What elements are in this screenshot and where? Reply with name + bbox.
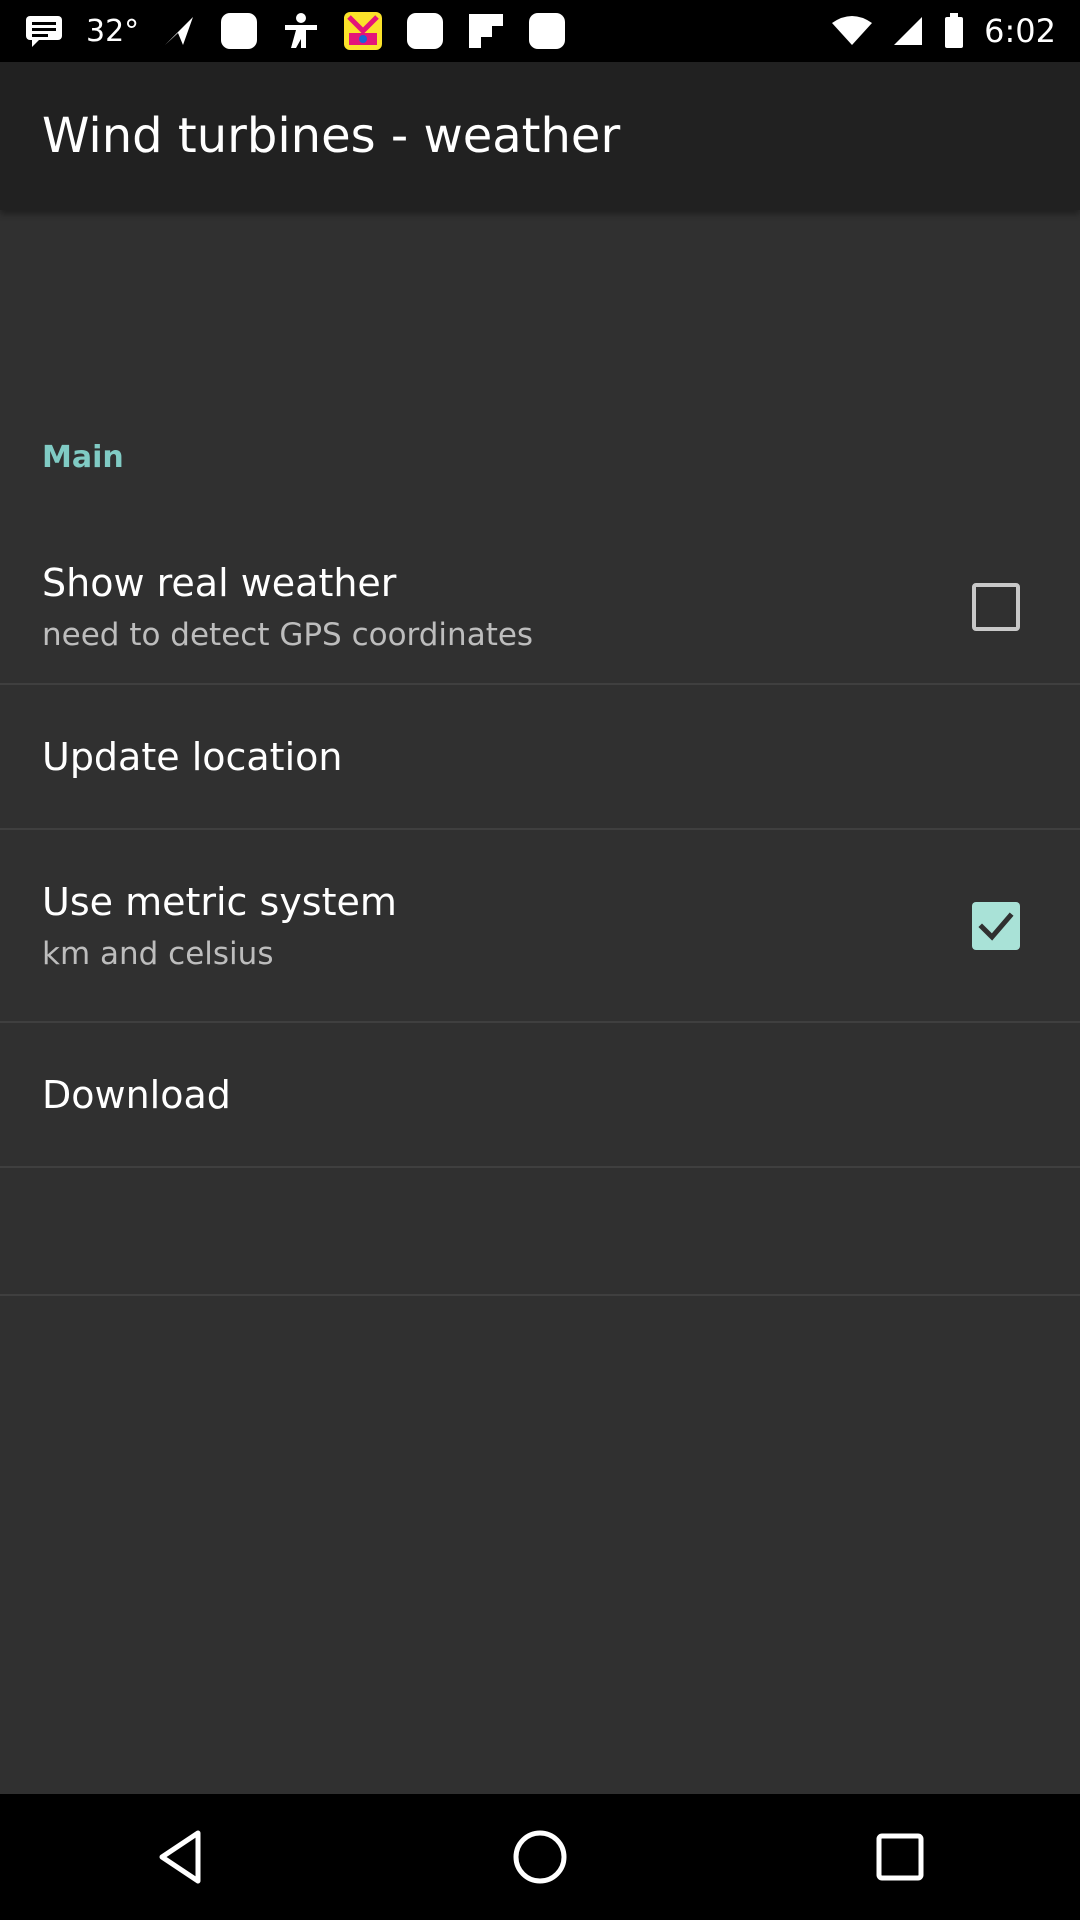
rounded-square-icon [219, 11, 259, 51]
screen: 32° 6:02 Wind turbines - weather Main Sh… [0, 0, 1080, 1920]
setting-text: Show real weather need to detect GPS coo… [0, 561, 533, 653]
setting-subtitle: need to detect GPS coordinates [42, 616, 534, 653]
empty-list-row [0, 1168, 1080, 1296]
setting-use-metric-system[interactable]: Use metric system km and celsius [0, 830, 1080, 1023]
setting-subtitle: km and celsius [42, 935, 274, 972]
setting-text: Use metric system km and celsius [0, 880, 397, 972]
use-metric-system-checkbox[interactable] [972, 901, 1020, 950]
signal-icon [892, 15, 924, 47]
setting-title: Update location [42, 734, 343, 779]
setting-update-location[interactable]: Update location [0, 685, 1080, 830]
checkmark-icon [978, 911, 1014, 941]
back-icon [159, 1830, 201, 1884]
battery-icon [944, 13, 964, 49]
clock: 6:02 [984, 12, 1056, 50]
status-bar-left: 32° [0, 0, 567, 62]
setting-title: Download [42, 1072, 231, 1117]
accessibility-icon [281, 11, 321, 51]
temperature-text: 32° [86, 13, 140, 49]
wifi-icon [832, 15, 873, 47]
home-icon [513, 1830, 567, 1884]
recents-icon [876, 1833, 924, 1881]
back-button[interactable] [120, 1797, 240, 1917]
rounded-square-icon [527, 11, 567, 51]
rounded-square-icon [405, 11, 445, 51]
setting-title: Use metric system [42, 879, 397, 924]
page-title: Wind turbines - weather [42, 108, 621, 164]
setting-show-real-weather[interactable]: Show real weather need to detect GPS coo… [0, 530, 1080, 685]
status-bar-right: 6:02 [832, 0, 1080, 62]
home-button[interactable] [480, 1797, 600, 1917]
app-bar: Wind turbines - weather [0, 62, 1080, 210]
show-real-weather-checkbox[interactable] [972, 582, 1020, 631]
section-header-main: Main [42, 440, 124, 475]
setting-title: Show real weather [42, 560, 397, 605]
send-icon [161, 13, 197, 49]
flipboard-icon [467, 12, 505, 50]
pop-app-icon [343, 11, 383, 51]
status-bar: 32° 6:02 [0, 0, 1080, 62]
setting-text: Update location [0, 735, 342, 779]
message-icon [24, 14, 64, 48]
setting-text: Download [0, 1073, 231, 1117]
recents-button[interactable] [840, 1797, 960, 1917]
navigation-bar [0, 1794, 1080, 1920]
setting-download[interactable]: Download [0, 1023, 1080, 1168]
